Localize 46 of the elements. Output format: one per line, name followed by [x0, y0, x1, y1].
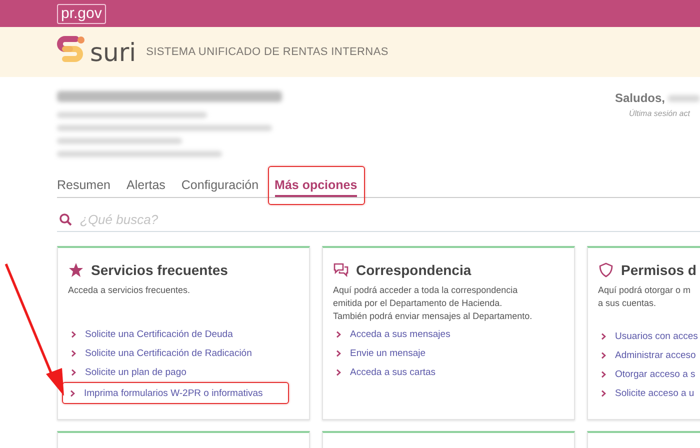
card-link[interactable]: Administrar acceso	[615, 350, 696, 361]
chevron-icon	[601, 352, 606, 359]
card-title: Servicios frecuentes	[91, 262, 228, 278]
card-description: También podrá enviar mensajes al Departamento.	[333, 310, 532, 323]
site-logo[interactable]: pr.gov	[57, 4, 106, 24]
card-link[interactable]: Usuarios con acces	[615, 331, 698, 342]
card-link[interactable]: Solicite una Certificación de Radicación	[85, 348, 252, 359]
card-title: Permisos d	[621, 262, 696, 278]
card-link[interactable]: Acceda a sus mensajes	[350, 329, 450, 340]
shield-icon	[598, 262, 614, 278]
tab[interactable]: Alertas	[126, 174, 166, 195]
tab[interactable]: Configuración	[181, 174, 259, 195]
brand-subtitle: SISTEMA UNIFICADO DE RENTAS INTERNAS	[146, 46, 388, 58]
last-session: Última sesión act	[629, 109, 690, 118]
chat-icon	[333, 262, 349, 278]
chevron-icon	[71, 331, 76, 338]
card-description: Aquí podrá otorgar o m	[598, 284, 691, 297]
search-icon	[59, 213, 72, 226]
card-link[interactable]: Solicite una Certificación de Deuda	[85, 329, 233, 340]
card-description: emitida por el Departamento de Hacienda.	[333, 297, 502, 310]
chevron-icon	[336, 369, 341, 376]
blurred-name-drawing	[668, 94, 700, 102]
card-link[interactable]: Envie un mensaje	[350, 348, 426, 359]
card-title: Correspondencia	[356, 262, 472, 278]
card-link[interactable]: Imprima formularios W-2PR o informativas	[84, 388, 263, 398]
brand-name: suri	[90, 38, 136, 66]
card-link[interactable]: Solicite acceso a u	[615, 388, 694, 399]
chevron-icon	[71, 350, 76, 357]
card-description: Aquí podrá acceder a toda la correspondencia	[333, 284, 518, 297]
tab[interactable]: Resumen	[57, 174, 110, 195]
chevron-icon	[336, 350, 341, 357]
tab[interactable]: Más opciones	[274, 174, 358, 197]
greeting: Saludos,	[615, 91, 666, 105]
chevron-icon	[601, 333, 606, 340]
chevron-icon	[71, 369, 76, 376]
card-link[interactable]: Solicite un plan de pago	[85, 367, 186, 378]
chevron-icon	[70, 390, 75, 396]
chevron-icon	[336, 331, 341, 338]
chevron-icon	[601, 390, 606, 397]
card-description: a sus cuentas.	[598, 297, 656, 310]
card-link[interactable]: Acceda a sus cartas	[350, 367, 436, 378]
chevron-icon	[601, 371, 606, 378]
card-link[interactable]: Otorgar acceso a s	[615, 369, 696, 380]
search-field[interactable]: ¿Qué busca?	[80, 212, 280, 227]
card-description: Acceda a servicios frecuentes.	[68, 284, 190, 297]
star-icon	[68, 262, 84, 278]
